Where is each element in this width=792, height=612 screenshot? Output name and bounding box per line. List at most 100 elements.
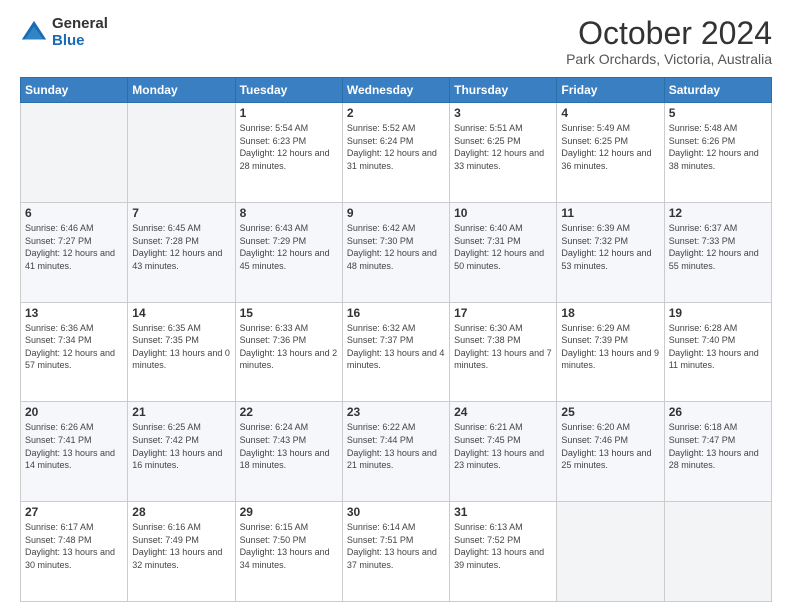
day-number: 7	[132, 206, 230, 220]
calendar-cell: 2Sunrise: 5:52 AMSunset: 6:24 PMDaylight…	[342, 103, 449, 203]
day-info: Sunrise: 5:49 AMSunset: 6:25 PMDaylight:…	[561, 122, 659, 172]
day-info: Sunrise: 5:51 AMSunset: 6:25 PMDaylight:…	[454, 122, 552, 172]
day-number: 3	[454, 106, 552, 120]
calendar-cell: 9 Sunrise: 6:42 AMSunset: 7:30 PMDaylight…	[342, 202, 449, 302]
day-number: 24	[454, 405, 552, 419]
day-number: 25	[561, 405, 659, 419]
day-number: 17	[454, 306, 552, 320]
calendar-cell: 17 Sunrise: 6:30 AMSunset: 7:38 PMDayligh…	[450, 302, 557, 402]
calendar-cell: 5 Sunrise: 5:48 AMSunset: 6:26 PMDaylight…	[664, 103, 771, 203]
logo-icon	[20, 19, 48, 47]
calendar-cell: 29 Sunrise: 6:15 AMSunset: 7:50 PMDayligh…	[235, 502, 342, 602]
calendar-header-tuesday: Tuesday	[235, 78, 342, 103]
calendar-cell: 23Sunrise: 6:22 AMSunset: 7:44 PMDayligh…	[342, 402, 449, 502]
day-info: Sunrise: 5:48 AMSunset: 6:26 PMDaylight:…	[669, 122, 767, 172]
main-title: October 2024	[566, 16, 772, 51]
calendar-cell: 19 Sunrise: 6:28 AMSunset: 7:40 PMDayligh…	[664, 302, 771, 402]
day-number: 5	[669, 106, 767, 120]
calendar-cell: 31Sunrise: 6:13 AMSunset: 7:52 PMDayligh…	[450, 502, 557, 602]
calendar-header-thursday: Thursday	[450, 78, 557, 103]
calendar-week-row: 1 Sunrise: 5:54 AMSunset: 6:23 PMDaylight…	[21, 103, 772, 203]
day-info: Sunrise: 6:21 AMSunset: 7:45 PMDaylight:…	[454, 421, 552, 471]
day-number: 27	[25, 505, 123, 519]
day-number: 18	[561, 306, 659, 320]
day-info: Sunrise: 6:35 AMSunset: 7:35 PMDaylight:…	[132, 322, 230, 372]
day-info: Sunrise: 6:28 AMSunset: 7:40 PMDaylight:…	[669, 322, 767, 372]
title-block: October 2024 Park Orchards, Victoria, Au…	[566, 16, 772, 67]
day-number: 29	[240, 505, 338, 519]
calendar-cell: 7 Sunrise: 6:45 AMSunset: 7:28 PMDaylight…	[128, 202, 235, 302]
day-number: 16	[347, 306, 445, 320]
calendar-header-monday: Monday	[128, 78, 235, 103]
day-info: Sunrise: 6:29 AMSunset: 7:39 PMDaylight:…	[561, 322, 659, 372]
day-info: Sunrise: 6:30 AMSunset: 7:38 PMDaylight:…	[454, 322, 552, 372]
calendar-cell: 1 Sunrise: 5:54 AMSunset: 6:23 PMDaylight…	[235, 103, 342, 203]
calendar-header-friday: Friday	[557, 78, 664, 103]
calendar-cell: 21 Sunrise: 6:25 AMSunset: 7:42 PMDayligh…	[128, 402, 235, 502]
logo-text: General Blue	[52, 16, 108, 49]
day-number: 6	[25, 206, 123, 220]
calendar-cell: 12Sunrise: 6:37 AMSunset: 7:33 PMDayligh…	[664, 202, 771, 302]
logo-blue-text: Blue	[52, 33, 108, 50]
day-number: 1	[240, 106, 338, 120]
logo-general-text: General	[52, 16, 108, 33]
day-info: Sunrise: 5:54 AMSunset: 6:23 PMDaylight:…	[240, 122, 338, 172]
calendar-cell	[128, 103, 235, 203]
day-number: 20	[25, 405, 123, 419]
day-number: 10	[454, 206, 552, 220]
day-number: 22	[240, 405, 338, 419]
header: General Blue October 2024 Park Orchards,…	[20, 16, 772, 67]
calendar-week-row: 27 Sunrise: 6:17 AMSunset: 7:48 PMDayligh…	[21, 502, 772, 602]
calendar-cell: 25Sunrise: 6:20 AMSunset: 7:46 PMDayligh…	[557, 402, 664, 502]
calendar-cell	[664, 502, 771, 602]
calendar-cell: 3 Sunrise: 5:51 AMSunset: 6:25 PMDaylight…	[450, 103, 557, 203]
day-info: Sunrise: 6:33 AMSunset: 7:36 PMDaylight:…	[240, 322, 338, 372]
day-info: Sunrise: 6:17 AMSunset: 7:48 PMDaylight:…	[25, 521, 123, 571]
calendar-table: SundayMondayTuesdayWednesdayThursdayFrid…	[20, 77, 772, 602]
calendar-week-row: 13Sunrise: 6:36 AMSunset: 7:34 PMDayligh…	[21, 302, 772, 402]
day-info: Sunrise: 5:52 AMSunset: 6:24 PMDaylight:…	[347, 122, 445, 172]
day-number: 14	[132, 306, 230, 320]
day-number: 19	[669, 306, 767, 320]
calendar-cell: 10 Sunrise: 6:40 AMSunset: 7:31 PMDayligh…	[450, 202, 557, 302]
day-number: 4	[561, 106, 659, 120]
day-info: Sunrise: 6:18 AMSunset: 7:47 PMDaylight:…	[669, 421, 767, 471]
calendar-cell: 18 Sunrise: 6:29 AMSunset: 7:39 PMDayligh…	[557, 302, 664, 402]
calendar-cell: 6 Sunrise: 6:46 AMSunset: 7:27 PMDaylight…	[21, 202, 128, 302]
calendar-cell: 8Sunrise: 6:43 AMSunset: 7:29 PMDaylight…	[235, 202, 342, 302]
day-number: 23	[347, 405, 445, 419]
day-info: Sunrise: 6:24 AMSunset: 7:43 PMDaylight:…	[240, 421, 338, 471]
calendar-cell: 4 Sunrise: 5:49 AMSunset: 6:25 PMDaylight…	[557, 103, 664, 203]
day-info: Sunrise: 6:26 AMSunset: 7:41 PMDaylight:…	[25, 421, 123, 471]
calendar-header-saturday: Saturday	[664, 78, 771, 103]
day-info: Sunrise: 6:25 AMSunset: 7:42 PMDaylight:…	[132, 421, 230, 471]
day-info: Sunrise: 6:36 AMSunset: 7:34 PMDaylight:…	[25, 322, 123, 372]
day-info: Sunrise: 6:13 AMSunset: 7:52 PMDaylight:…	[454, 521, 552, 571]
calendar-cell: 24 Sunrise: 6:21 AMSunset: 7:45 PMDayligh…	[450, 402, 557, 502]
calendar-cell: 30Sunrise: 6:14 AMSunset: 7:51 PMDayligh…	[342, 502, 449, 602]
day-info: Sunrise: 6:39 AMSunset: 7:32 PMDaylight:…	[561, 222, 659, 272]
day-number: 12	[669, 206, 767, 220]
day-number: 28	[132, 505, 230, 519]
calendar-cell: 22 Sunrise: 6:24 AMSunset: 7:43 PMDayligh…	[235, 402, 342, 502]
calendar-cell: 14 Sunrise: 6:35 AMSunset: 7:35 PMDayligh…	[128, 302, 235, 402]
logo: General Blue	[20, 16, 108, 49]
page: General Blue October 2024 Park Orchards,…	[0, 0, 792, 612]
calendar-cell: 27 Sunrise: 6:17 AMSunset: 7:48 PMDayligh…	[21, 502, 128, 602]
calendar-header-sunday: Sunday	[21, 78, 128, 103]
calendar-cell: 16 Sunrise: 6:32 AMSunset: 7:37 PMDayligh…	[342, 302, 449, 402]
calendar-header-wednesday: Wednesday	[342, 78, 449, 103]
calendar-week-row: 20 Sunrise: 6:26 AMSunset: 7:41 PMDayligh…	[21, 402, 772, 502]
day-number: 9	[347, 206, 445, 220]
day-info: Sunrise: 6:42 AMSunset: 7:30 PMDaylight:…	[347, 222, 445, 272]
day-info: Sunrise: 6:14 AMSunset: 7:51 PMDaylight:…	[347, 521, 445, 571]
day-info: Sunrise: 6:16 AMSunset: 7:49 PMDaylight:…	[132, 521, 230, 571]
day-info: Sunrise: 6:40 AMSunset: 7:31 PMDaylight:…	[454, 222, 552, 272]
day-info: Sunrise: 6:45 AMSunset: 7:28 PMDaylight:…	[132, 222, 230, 272]
day-info: Sunrise: 6:15 AMSunset: 7:50 PMDaylight:…	[240, 521, 338, 571]
calendar-cell	[557, 502, 664, 602]
day-info: Sunrise: 6:46 AMSunset: 7:27 PMDaylight:…	[25, 222, 123, 272]
calendar-cell: 28 Sunrise: 6:16 AMSunset: 7:49 PMDayligh…	[128, 502, 235, 602]
day-number: 21	[132, 405, 230, 419]
day-info: Sunrise: 6:32 AMSunset: 7:37 PMDaylight:…	[347, 322, 445, 372]
